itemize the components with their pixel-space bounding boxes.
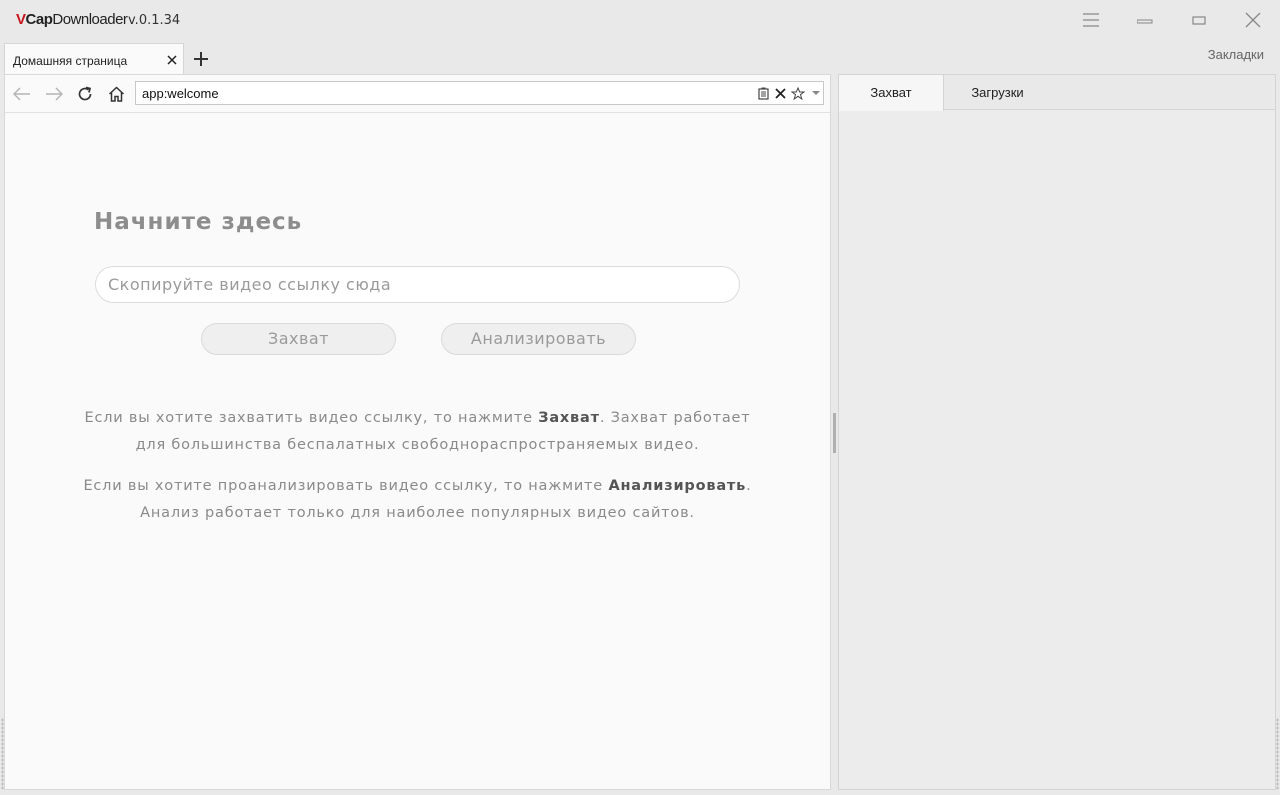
arrow-left-icon xyxy=(13,87,30,101)
menu-button[interactable] xyxy=(1068,4,1114,36)
app-version: v.0.1.34 xyxy=(128,13,181,28)
close-icon xyxy=(1245,12,1261,28)
clear-icon[interactable] xyxy=(773,86,787,100)
close-window-button[interactable] xyxy=(1230,4,1276,36)
new-tab-icon[interactable] xyxy=(190,48,212,70)
tab-label: Домашняя страница xyxy=(13,54,128,68)
arrow-right-icon xyxy=(46,87,63,101)
page-title: Начните здесь xyxy=(94,209,303,235)
tab-home[interactable]: Домашняя страница xyxy=(4,43,184,74)
home-button[interactable] xyxy=(105,83,127,105)
clipboard-icon[interactable] xyxy=(756,86,770,100)
right-panel: Захват Загрузки xyxy=(838,74,1276,790)
title-bar: VCapDownloader v.0.1.34 xyxy=(0,0,1280,40)
chevron-down-icon[interactable] xyxy=(809,86,823,100)
menu-icon xyxy=(1083,13,1099,27)
browser-pane: Начните здесь Захват Анализировать Если … xyxy=(4,74,831,790)
analyze-info-text: Если вы хотите проанализировать видео сс… xyxy=(83,478,752,521)
maximize-button[interactable] xyxy=(1176,4,1222,36)
close-tab-icon[interactable] xyxy=(165,53,179,67)
resize-grip-left xyxy=(1,718,4,790)
forward-button[interactable] xyxy=(43,83,65,105)
tab-strip: Домашняя страница xyxy=(0,40,832,74)
url-input[interactable] xyxy=(142,86,742,101)
video-link-input[interactable] xyxy=(95,266,740,303)
app-logo: VCapDownloader xyxy=(16,11,128,28)
right-panel-tabs: Захват Загрузки xyxy=(839,75,1275,111)
star-icon[interactable] xyxy=(791,86,805,100)
analyze-button[interactable]: Анализировать xyxy=(441,323,636,355)
resize-grip-right xyxy=(1276,718,1279,790)
back-button[interactable] xyxy=(11,83,33,105)
capture-info-text: Если вы хотите захватить видео ссылку, т… xyxy=(84,410,751,453)
browser-toolbar xyxy=(5,75,830,113)
address-bar[interactable] xyxy=(135,81,824,105)
capture-button[interactable]: Захват xyxy=(201,323,396,355)
home-icon xyxy=(108,86,124,102)
minimize-button[interactable] xyxy=(1122,4,1168,36)
tab-downloads[interactable]: Загрузки xyxy=(945,75,1050,110)
reload-icon xyxy=(78,86,92,101)
reload-button[interactable] xyxy=(74,83,96,105)
maximize-icon xyxy=(1192,16,1206,25)
minimize-icon xyxy=(1137,19,1153,24)
tab-capture[interactable]: Захват xyxy=(839,75,944,111)
splitter-handle[interactable] xyxy=(833,413,836,453)
bookmarks-link[interactable]: Закладки xyxy=(1208,47,1264,62)
